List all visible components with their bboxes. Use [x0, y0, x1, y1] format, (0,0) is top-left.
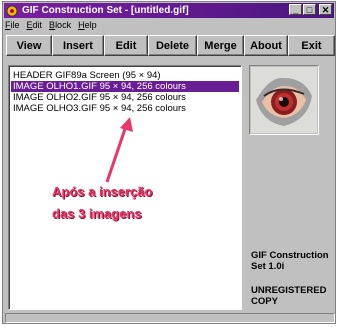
close-button[interactable]: ✕	[319, 4, 332, 15]
menu-file[interactable]: File	[5, 20, 20, 33]
app-icon[interactable]	[6, 5, 18, 17]
preview-image	[249, 65, 319, 135]
annotation-text-line2: das 3 imagens	[52, 206, 142, 221]
registration-line1: UNREGISTERED	[251, 285, 327, 296]
title-bar[interactable]: GIF Construction Set - [untitled.gif] _ …	[4, 3, 334, 18]
status-bar	[5, 313, 335, 323]
list-item-selected[interactable]: IMAGE OLHO1.GIF 95 × 94, 256 colours	[11, 81, 239, 92]
toolbar: View Insert Edit Delete Merge About Exit	[6, 35, 335, 56]
registration-status: UNREGISTERED COPY	[251, 285, 326, 307]
menu-block[interactable]: Block	[49, 20, 71, 33]
block-list[interactable]: HEADER GIF89a Screen (95 × 94) IMAGE OLH…	[8, 65, 242, 310]
menu-bar: File Edit Block Help	[5, 20, 97, 33]
product-name-line1: GIF Construction	[251, 250, 329, 261]
maximize-button[interactable]: □	[303, 4, 316, 15]
annotation-text-line1: Após a inserção	[52, 184, 153, 199]
list-item[interactable]: HEADER GIF89a Screen (95 × 94)	[11, 70, 161, 81]
product-name-line2: Set 1.0i	[251, 261, 285, 272]
view-button[interactable]: View	[6, 35, 52, 56]
delete-button[interactable]: Delete	[148, 35, 197, 56]
app-window: GIF Construction Set - [untitled.gif] _ …	[2, 1, 336, 324]
annotation-arrow	[105, 117, 133, 183]
minimize-button[interactable]: _	[289, 4, 302, 15]
menu-edit[interactable]: Edit	[27, 20, 43, 33]
exit-button[interactable]: Exit	[288, 35, 335, 56]
insert-button[interactable]: Insert	[52, 35, 104, 56]
registration-line2: COPY	[251, 296, 278, 307]
about-button[interactable]: About	[244, 35, 288, 56]
merge-button[interactable]: Merge	[197, 35, 244, 56]
list-item[interactable]: IMAGE OLHO2.GIF 95 × 94, 256 colours	[11, 92, 186, 103]
menu-help[interactable]: Help	[78, 20, 97, 33]
window-title: GIF Construction Set - [untitled.gif]	[22, 5, 189, 16]
edit-button[interactable]: Edit	[104, 35, 148, 56]
product-name: GIF Construction Set 1.0i	[251, 250, 329, 272]
list-item[interactable]: IMAGE OLHO3.GIF 95 × 94, 256 colours	[11, 103, 186, 114]
